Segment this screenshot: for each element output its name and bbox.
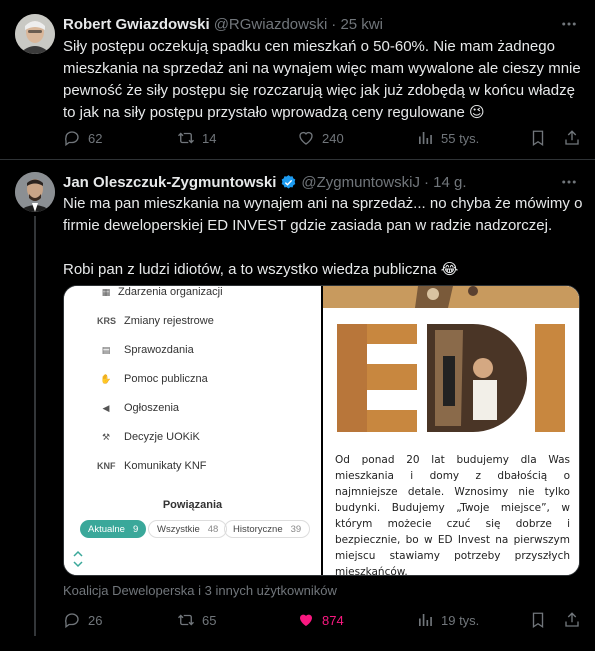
bookmark-icon [532, 130, 544, 147]
tweet-text: Nie ma pan mieszkania na wynajem ani na … [63, 195, 583, 278]
share-button[interactable] [563, 128, 588, 148]
share-button[interactable] [563, 610, 588, 630]
views-icon [419, 614, 432, 626]
krs-icon: KRS [97, 316, 117, 326]
like-count: 240 [322, 130, 344, 146]
section-title: Powiązania [162, 499, 223, 511]
thread-line [34, 216, 36, 636]
megaphone-icon: ◀ [102, 402, 110, 413]
avatar[interactable] [15, 14, 55, 54]
like-button[interactable]: 240 [297, 128, 344, 148]
reply-button[interactable]: 26 [63, 610, 102, 630]
heart-filled-icon [300, 614, 312, 626]
timestamp[interactable]: · 25 kwi [331, 16, 383, 33]
heart-icon [299, 131, 313, 145]
reply-icon [64, 131, 79, 147]
views-icon [419, 132, 432, 144]
retweet-icon [178, 614, 194, 626]
timestamp[interactable]: · 14 g. [424, 174, 467, 191]
gavel-icon: ⚒ [101, 431, 111, 442]
author-name[interactable]: Jan Oleszczuk-Zygmuntowski [63, 174, 276, 191]
reply-icon [64, 613, 79, 629]
menu-item: KNF Komunikaty KNF [97, 460, 207, 472]
retweet-button[interactable]: 65 [177, 610, 216, 630]
views-count: 55 tys. [441, 130, 480, 146]
menu-item: ✋ Pomoc publiczna [100, 373, 207, 385]
menu-item: ▤ Sprawozdania [102, 344, 194, 356]
retweet-count: 14 [202, 130, 217, 146]
chevron-icon [73, 550, 83, 568]
menu-item: ◀ Ogłoszenia [102, 402, 180, 414]
tweet-actions: 62 14 240 55 tys. [63, 128, 583, 148]
views-button[interactable]: 19 tys. [416, 610, 479, 630]
tagged-users[interactable]: Koalicja Deweloperska i 3 innych użytkow… [63, 583, 337, 598]
retweet-button[interactable]: 14 [177, 128, 216, 148]
tweet-robert[interactable]: Robert Gwiazdowski @RGwiazdowski · 25 kw… [0, 0, 595, 160]
verified-badge-icon [282, 174, 296, 189]
share-icon [565, 130, 579, 145]
menu-item: KRS Zmiany rejestrowe [97, 315, 214, 327]
tab-current: Aktualne 9 [80, 520, 147, 538]
author-handle[interactable]: @ZygmuntowskiJ [301, 174, 420, 191]
tweet-header: Robert Gwiazdowski @RGwiazdowski · 25 kw… [63, 14, 383, 34]
avatar[interactable] [15, 172, 55, 212]
more-icon[interactable] [559, 14, 579, 34]
like-count: 874 [322, 612, 344, 628]
author-name[interactable]: Robert Gwiazdowski [63, 16, 210, 33]
reply-button[interactable]: 62 [63, 128, 102, 148]
ed-invest-description: Od ponad 20 lat budujemy dla Was mieszka… [335, 454, 570, 576]
knf-icon: KNF [97, 461, 116, 471]
document-icon: ▤ [101, 344, 111, 355]
media-image-left[interactable]: ▦ Zdarzenia organizacji KRS Zmiany rejes… [64, 286, 321, 575]
views-count: 19 tys. [441, 612, 480, 628]
menu-header: ▦ Zdarzenia organizacji [102, 286, 223, 298]
events-icon: ▦ [101, 286, 111, 297]
hands-icon: ✋ [100, 373, 112, 384]
media-attachment[interactable]: ▦ Zdarzenia organizacji KRS Zmiany rejes… [63, 285, 580, 576]
bookmark-icon [532, 612, 544, 629]
bookmark-button[interactable] [529, 128, 554, 148]
menu-item: ⚒ Decyzje UOKiK [102, 431, 200, 443]
share-icon [565, 612, 579, 627]
tab-all: Wszystkie 48 [148, 520, 228, 538]
author-handle[interactable]: @RGwiazdowski [214, 16, 328, 33]
tweet-header: Jan Oleszczuk-Zygmuntowski @Zygmuntowski… [63, 172, 467, 192]
tab-historical: Historyczne 39 [224, 520, 311, 538]
bookmark-button[interactable] [529, 610, 554, 630]
more-icon[interactable] [559, 172, 579, 192]
ed-logo-photo [323, 286, 579, 446]
reply-count: 26 [88, 612, 103, 628]
tweet-actions: 26 65 874 19 tys. [63, 610, 583, 630]
like-button[interactable]: 874 [297, 610, 344, 630]
retweet-count: 65 [202, 612, 217, 628]
tweet-text: Siły postępu oczekują spadku cen mieszka… [63, 38, 581, 121]
retweet-icon [178, 132, 194, 144]
reply-count: 62 [88, 130, 103, 146]
media-image-right[interactable]: Od ponad 20 lat budujemy dla Was mieszka… [323, 286, 579, 576]
views-button[interactable]: 55 tys. [416, 128, 479, 148]
